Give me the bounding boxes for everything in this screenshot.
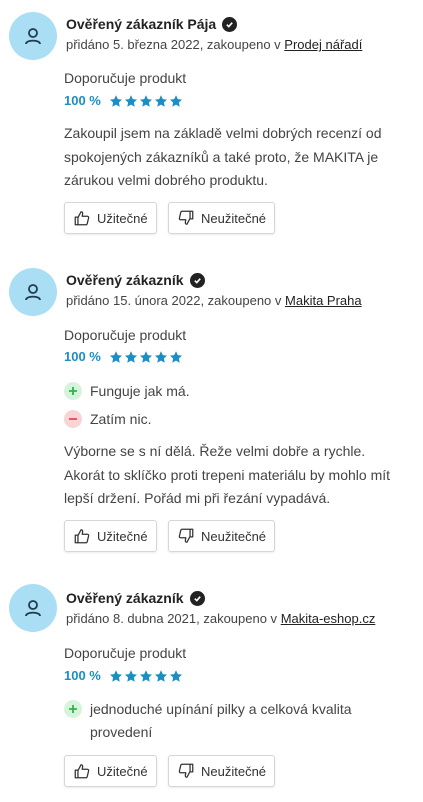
- user-avatar-icon: [9, 584, 57, 632]
- rating: 100 %: [64, 668, 183, 683]
- user-avatar-icon: [9, 268, 57, 316]
- star-icon: [139, 350, 152, 363]
- star-icon: [124, 94, 137, 107]
- minus-icon: [64, 410, 82, 428]
- review-meta: přidáno 15. února 2022, zakoupeno v Maki…: [66, 293, 362, 308]
- thumbs-down-icon: [178, 528, 194, 543]
- star-icon: [169, 94, 182, 107]
- star-icon: [139, 94, 152, 107]
- star-icon: [139, 669, 152, 682]
- unhelpful-button[interactable]: Neužitečné: [168, 520, 276, 552]
- recommend-label: Doporučuje produkt: [64, 70, 187, 86]
- verified-check-icon: [189, 590, 205, 606]
- star-icon: [154, 94, 167, 107]
- thumbs-up-icon: [74, 211, 90, 226]
- star-icon: [109, 669, 122, 682]
- plus-icon: [64, 700, 82, 718]
- thumbs-up-icon: [74, 529, 90, 544]
- star-rating: [109, 350, 183, 364]
- star-icon: [169, 350, 182, 363]
- star-icon: [154, 350, 167, 363]
- rating-percent: 100 %: [64, 93, 101, 108]
- plus-icon: [64, 382, 82, 400]
- unhelpful-button[interactable]: Neužitečné: [168, 755, 276, 787]
- recommend-label: Doporučuje produkt: [64, 645, 187, 661]
- star-icon: [109, 94, 122, 107]
- pro-item: Funguje jak má.: [64, 380, 394, 403]
- helpful-button[interactable]: Užitečné: [64, 202, 157, 234]
- rating: 100 %: [64, 93, 183, 108]
- star-rating: [109, 94, 183, 108]
- star-icon: [154, 669, 167, 682]
- thumbs-down-icon: [178, 210, 194, 225]
- star-rating: [109, 669, 183, 683]
- thumbs-up-icon: [74, 764, 90, 779]
- star-icon: [169, 669, 182, 682]
- con-item: Zatím nic.: [64, 408, 394, 431]
- user-avatar-icon: [9, 12, 57, 60]
- rating: 100 %: [64, 349, 183, 364]
- star-icon: [109, 350, 122, 363]
- reviewer-name: Ověřený zákazník: [66, 590, 205, 606]
- review-meta: přidáno 5. března 2022, zakoupeno v Prod…: [66, 37, 363, 52]
- review-meta: přidáno 8. dubna 2021, zakoupeno v Makit…: [66, 611, 376, 626]
- verified-check-icon: [222, 16, 238, 32]
- rating-percent: 100 %: [64, 668, 101, 683]
- pro-item: jednoduché upínání pilky a celková kvali…: [64, 698, 394, 744]
- review-text: Zakoupil jsem na základě velmi dobrých r…: [64, 125, 382, 188]
- thumbs-down-icon: [178, 763, 194, 778]
- helpful-button[interactable]: Užitečné: [64, 520, 157, 552]
- star-icon: [124, 669, 137, 682]
- helpful-button[interactable]: Užitečné: [64, 755, 157, 787]
- rating-percent: 100 %: [64, 349, 101, 364]
- shop-link[interactable]: Makita-eshop.cz: [281, 611, 376, 626]
- reviewer-name: Ověřený zákazník Pája: [66, 16, 238, 32]
- recommend-label: Doporučuje produkt: [64, 327, 187, 343]
- shop-link[interactable]: Prodej nářadí: [284, 37, 362, 52]
- unhelpful-button[interactable]: Neužitečné: [168, 202, 276, 234]
- shop-link[interactable]: Makita Praha: [285, 293, 362, 308]
- star-icon: [124, 350, 137, 363]
- reviewer-name: Ověřený zákazník: [66, 272, 205, 288]
- review-text: Výborne se s ní dělá. Řeže velmi dobře a…: [64, 443, 391, 506]
- verified-check-icon: [189, 272, 205, 288]
